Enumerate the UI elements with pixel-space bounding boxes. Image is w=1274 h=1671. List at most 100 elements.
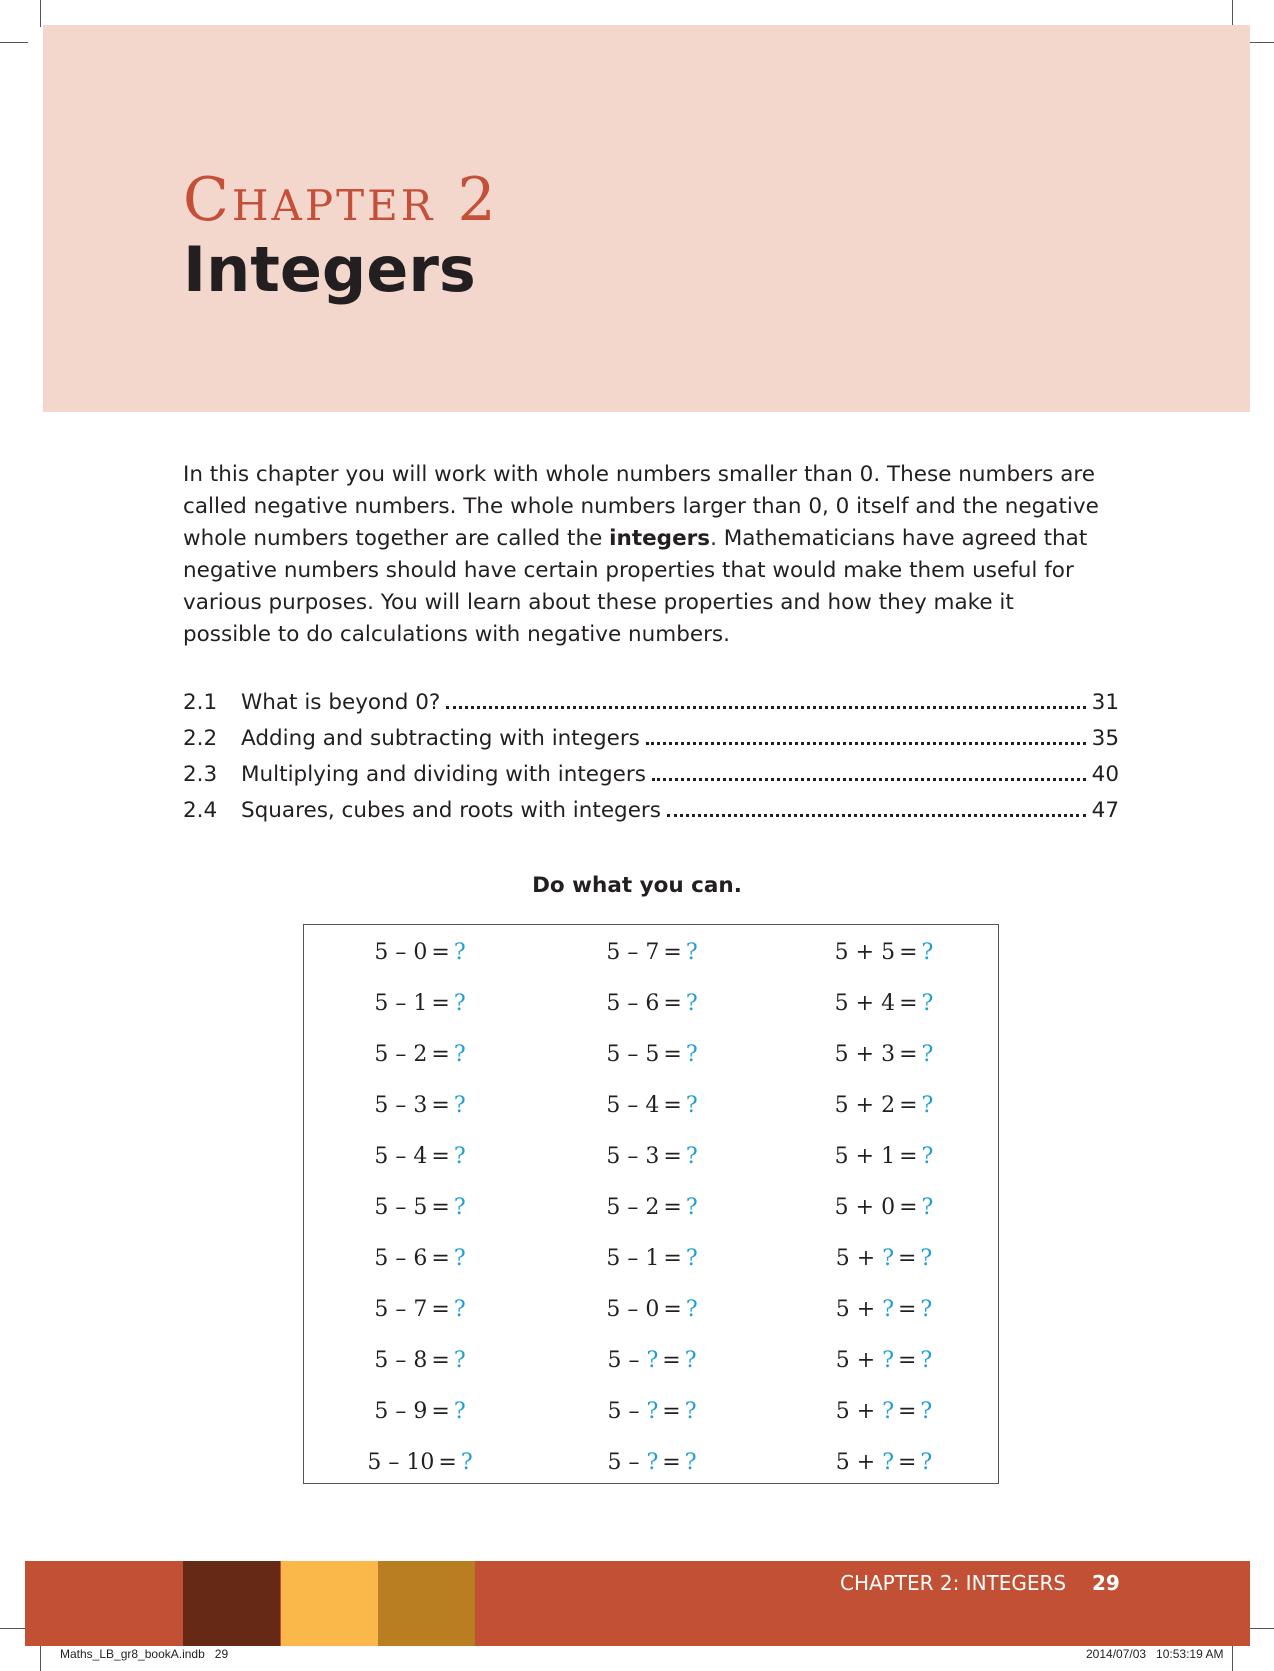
missing-term-placeholder[interactable]: ? <box>646 1348 658 1373</box>
answer-placeholder[interactable]: ? <box>686 1297 698 1322</box>
crop-mark <box>1246 42 1274 43</box>
toc-entry[interactable]: 2.1 What is beyond 0? 31 <box>183 690 1119 726</box>
answer-placeholder[interactable]: ? <box>686 940 698 965</box>
equation-expression: 5 – 8 <box>374 1348 428 1373</box>
equation-expression: 5 – 0 <box>606 1297 660 1322</box>
answer-placeholder[interactable]: ? <box>454 1042 466 1067</box>
exercise-equation: 5 – 2 =? <box>304 1029 536 1080</box>
equation-expression: 5 – 7 <box>606 940 660 965</box>
answer-placeholder[interactable]: ? <box>454 940 466 965</box>
equals-sign: = <box>662 1450 681 1475</box>
answer-placeholder[interactable]: ? <box>920 1297 932 1322</box>
exercise-equation: 5 – 5 =? <box>304 1182 536 1233</box>
missing-term-placeholder[interactable]: ? <box>646 1450 658 1475</box>
answer-placeholder[interactable]: ? <box>685 1348 697 1373</box>
toc-leader-dots <box>651 777 1086 781</box>
equals-sign: = <box>431 1144 450 1169</box>
answer-placeholder[interactable]: ? <box>922 1195 934 1220</box>
equation-expression: 5 – 7 <box>374 1297 428 1322</box>
equation-expression: 5 – ? <box>607 1450 659 1475</box>
answer-placeholder[interactable]: ? <box>920 1399 932 1424</box>
equation-expression: 5 – 2 <box>374 1042 428 1067</box>
equation-expression: 5 + ? <box>835 1297 894 1322</box>
exercise-equation: 5 – 8 =? <box>304 1335 536 1386</box>
equation-expression: 5 + ? <box>835 1399 894 1424</box>
footer-color-swatch <box>183 1561 280 1646</box>
equation-expression: 5 – 5 <box>606 1042 660 1067</box>
chapter-label: Chapter 2 <box>183 165 499 235</box>
equals-sign: = <box>897 1297 917 1322</box>
answer-placeholder[interactable]: ? <box>685 1450 697 1475</box>
answer-placeholder[interactable]: ? <box>686 1042 698 1067</box>
footer-color-swatch <box>378 1561 475 1646</box>
answer-placeholder[interactable]: ? <box>454 1297 466 1322</box>
answer-placeholder[interactable]: ? <box>454 1195 466 1220</box>
answer-placeholder[interactable]: ? <box>920 1246 932 1271</box>
equals-sign: = <box>662 1399 681 1424</box>
missing-term-placeholder[interactable]: ? <box>882 1348 894 1373</box>
missing-term-placeholder[interactable]: ? <box>882 1246 894 1271</box>
answer-placeholder[interactable]: ? <box>920 1450 932 1475</box>
answer-placeholder[interactable]: ? <box>454 1093 466 1118</box>
answer-placeholder[interactable]: ? <box>922 940 934 965</box>
answer-placeholder[interactable]: ? <box>686 991 698 1016</box>
answer-placeholder[interactable]: ? <box>461 1450 473 1475</box>
equals-sign: = <box>431 1348 450 1373</box>
answer-placeholder[interactable]: ? <box>454 1144 466 1169</box>
exercise-box: 5 – 0 =? 5 – 1 =? 5 – 2 =? 5 – 3 =? 5 – 4 =? 5 – 5… <box>303 924 999 1484</box>
equals-sign: = <box>431 940 450 965</box>
toc-section-title: Multiplying and dividing with integers <box>241 762 646 787</box>
equation-expression: 5 – 0 <box>374 940 428 965</box>
toc-leader-dots <box>446 705 1086 709</box>
equals-sign: = <box>899 1093 918 1118</box>
crop-mark <box>40 0 41 27</box>
answer-placeholder[interactable]: ? <box>454 1348 466 1373</box>
equation-expression: 5 – 4 <box>606 1093 660 1118</box>
equals-sign: = <box>899 1042 918 1067</box>
missing-term-placeholder[interactable]: ? <box>646 1399 658 1424</box>
answer-placeholder[interactable]: ? <box>454 991 466 1016</box>
exercise-equation: 5 – 5 =? <box>536 1029 768 1080</box>
toc-entry[interactable]: 2.4 Squares, cubes and roots with intege… <box>183 798 1119 834</box>
answer-placeholder[interactable]: ? <box>686 1144 698 1169</box>
answer-placeholder[interactable]: ? <box>922 1042 934 1067</box>
exercise-equation: 5 – 1 =? <box>536 1233 768 1284</box>
equation-expression: 5 – 6 <box>606 991 660 1016</box>
toc-entry[interactable]: 2.3 Multiplying and dividing with intege… <box>183 762 1119 798</box>
equals-sign: = <box>663 1144 682 1169</box>
answer-placeholder[interactable]: ? <box>454 1246 466 1271</box>
answer-placeholder[interactable]: ? <box>686 1093 698 1118</box>
exercise-equation: 5 + 3 =? <box>768 1029 1000 1080</box>
toc-section-number: 2.4 <box>183 798 218 823</box>
missing-term-placeholder[interactable]: ? <box>882 1450 894 1475</box>
missing-term-placeholder[interactable]: ? <box>882 1399 894 1424</box>
answer-placeholder[interactable]: ? <box>454 1399 466 1424</box>
equation-expression: 5 – 10 <box>367 1450 435 1475</box>
answer-placeholder[interactable]: ? <box>685 1399 697 1424</box>
crop-mark <box>1232 1646 1233 1671</box>
answer-placeholder[interactable]: ? <box>922 1093 934 1118</box>
exercise-equation: 5 – 10 =? <box>304 1437 536 1488</box>
table-of-contents: 2.1 What is beyond 0? 31 2.2 Adding and … <box>183 690 1119 834</box>
equals-sign: = <box>899 1144 918 1169</box>
toc-entry[interactable]: 2.2 Adding and subtracting with integers… <box>183 726 1119 762</box>
exercise-equation: 5 – 4 =? <box>304 1131 536 1182</box>
equation-expression: 5 – 2 <box>606 1195 660 1220</box>
equation-expression: 5 – ? <box>607 1399 659 1424</box>
answer-placeholder[interactable]: ? <box>686 1195 698 1220</box>
toc-section-title: What is beyond 0? <box>241 690 441 715</box>
missing-term-placeholder[interactable]: ? <box>882 1297 894 1322</box>
equation-expression: 5 – ? <box>607 1348 659 1373</box>
exercise-equation: 5 – ? =? <box>536 1335 768 1386</box>
equals-sign: = <box>662 1348 681 1373</box>
equation-expression: 5 – 9 <box>374 1399 428 1424</box>
answer-placeholder[interactable]: ? <box>922 1144 934 1169</box>
answer-placeholder[interactable]: ? <box>920 1348 932 1373</box>
crop-mark <box>40 1646 41 1671</box>
exercise-equation: 5 – 7 =? <box>304 1284 536 1335</box>
answer-placeholder[interactable]: ? <box>922 991 934 1016</box>
answer-placeholder[interactable]: ? <box>686 1246 698 1271</box>
chapter-title: Integers <box>183 233 476 306</box>
exercise-equation: 5 + 5 =? <box>768 927 1000 978</box>
equals-sign: = <box>438 1450 457 1475</box>
